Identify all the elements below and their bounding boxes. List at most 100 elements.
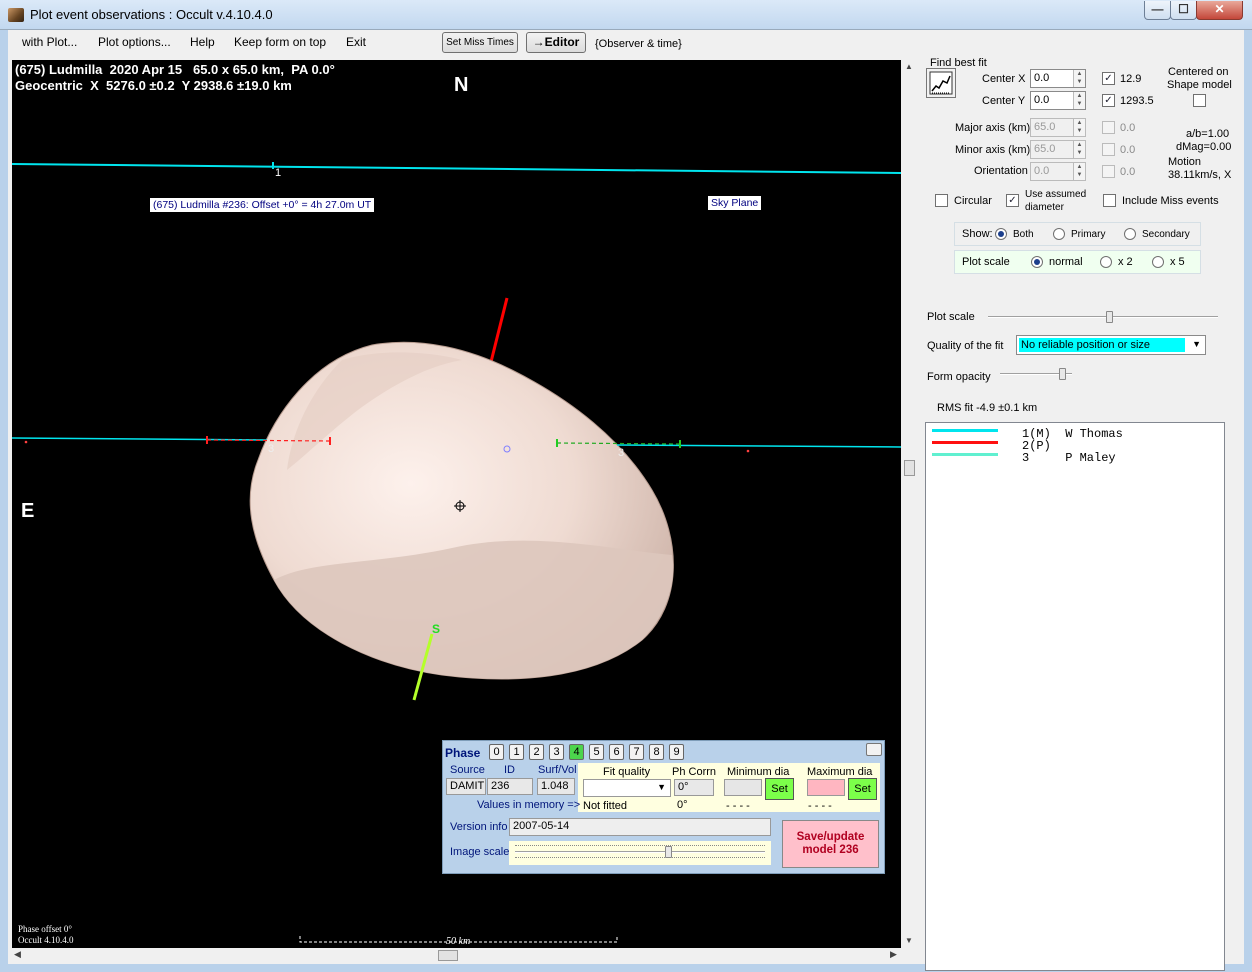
set-min-dia-button[interactable]: Set xyxy=(765,778,794,800)
show-secondary-label: Secondary xyxy=(1142,229,1190,240)
include-miss-checkbox[interactable] xyxy=(1103,194,1116,207)
legend-line-3 xyxy=(932,453,998,456)
menu-exit[interactable]: Exit xyxy=(346,35,366,49)
plot-vertical-scrollbar[interactable]: ▲ ▼ xyxy=(903,60,917,948)
maximize-button[interactable]: ☐ xyxy=(1170,1,1197,20)
minor-axis-input[interactable]: 65.0 ▲ ▼ xyxy=(1030,140,1086,159)
dmag-text: dMag=0.00 xyxy=(1176,141,1232,153)
max-dia-field[interactable] xyxy=(807,779,845,796)
ab-ratio-text: a/b=1.00 xyxy=(1186,128,1230,140)
phase-panel: Phase 0 1 2 3 4 5 6 7 8 9 Source ID Surf… xyxy=(442,740,885,874)
include-miss-label: Include Miss events xyxy=(1122,195,1219,207)
scroll-down-icon[interactable]: ▼ xyxy=(905,936,913,945)
minimize-button[interactable]: — xyxy=(1144,1,1171,20)
min-dia-field[interactable] xyxy=(724,779,762,796)
memory-max-dia: - - - - xyxy=(808,800,832,812)
center-x-checkbox[interactable]: ✓ xyxy=(1102,72,1115,85)
set-max-dia-button[interactable]: Set xyxy=(848,778,877,800)
motion-value: 38.11km/s, X xyxy=(1168,169,1232,181)
center-x-input[interactable]: 0.0 ▲ ▼ xyxy=(1030,69,1086,88)
major-axis-input[interactable]: 65.0 ▲ ▼ xyxy=(1030,118,1086,137)
form-opacity-slider[interactable] xyxy=(1000,367,1072,381)
centered-on-shape-checkbox[interactable] xyxy=(1193,94,1206,107)
major-axis-checkbox[interactable] xyxy=(1102,121,1115,134)
scroll-right-icon[interactable]: ▶ xyxy=(890,949,897,960)
phase-offset-text: Phase offset 0° xyxy=(18,924,72,934)
phase-button-3[interactable]: 3 xyxy=(549,744,564,760)
max-dia-label: Maximum dia xyxy=(807,766,873,778)
phase-button-1[interactable]: 1 xyxy=(509,744,524,760)
scale-x2-label: x 2 xyxy=(1118,256,1133,268)
phase-button-4[interactable]: 4 xyxy=(569,744,584,760)
editor-button[interactable]: →Editor xyxy=(526,32,586,53)
values-in-memory-label: Values in memory => xyxy=(477,799,581,811)
model-offset-label: (675) Ludmilla #236: Offset +0° = 4h 27.… xyxy=(150,198,375,212)
set-miss-times-button[interactable]: Set Miss Times xyxy=(442,32,518,53)
phase-button-0[interactable]: 0 xyxy=(489,744,504,760)
plot-horizontal-scrollbar[interactable]: ◀ ▶ xyxy=(12,949,901,963)
show-primary-label: Primary xyxy=(1071,229,1106,240)
horizontal-scroll-thumb[interactable] xyxy=(438,950,458,961)
quality-of-fit-dropdown[interactable]: No reliable position or size ▼ xyxy=(1016,335,1206,355)
plot-scale-thumb[interactable] xyxy=(1106,311,1113,323)
orientation-label: Orientation xyxy=(974,165,1028,177)
ph-corrn-label: Ph Corrn xyxy=(672,766,717,778)
image-scale-thumb[interactable] xyxy=(665,846,672,858)
scale-label: 50 km xyxy=(446,936,471,947)
orientation-checkbox[interactable] xyxy=(1102,165,1115,178)
save-update-model-button[interactable]: Save/update model 236 xyxy=(782,820,879,868)
use-assumed-diameter-checkbox[interactable]: ✓ xyxy=(1006,194,1019,207)
phase-button-7[interactable]: 7 xyxy=(629,744,644,760)
use-assumed-label-2: diameter xyxy=(1025,202,1064,213)
source-label: Source xyxy=(450,764,485,776)
spin-icon: ▲ ▼ xyxy=(1073,70,1085,87)
source-field[interactable]: DAMIT xyxy=(446,778,486,795)
orientation-check-value: 0.0 xyxy=(1120,166,1136,178)
rms-fit-text: RMS fit -4.9 ±0.1 km xyxy=(937,402,1038,414)
min-dia-label: Minimum dia xyxy=(727,766,790,778)
phase-panel-close-button[interactable] xyxy=(866,743,882,756)
form-opacity-thumb[interactable] xyxy=(1059,368,1066,380)
menu-help[interactable]: Help xyxy=(190,35,215,49)
center-y-input[interactable]: 0.0 ▲ ▼ xyxy=(1030,91,1086,110)
phase-button-9[interactable]: 9 xyxy=(669,744,684,760)
chord-1-line xyxy=(12,163,901,174)
observers-legend-list[interactable]: 1(M) W Thomas 2(P) 3 P Maley xyxy=(925,422,1225,971)
show-primary-radio[interactable] xyxy=(1053,228,1065,240)
scale-normal-radio[interactable] xyxy=(1031,256,1043,268)
orientation-input[interactable]: 0.0 ▲ ▼ xyxy=(1030,162,1086,181)
plot-header-line1: (675) Ludmilla 2020 Apr 15 65.0 x 65.0 k… xyxy=(15,62,335,77)
center-y-checkbox[interactable]: ✓ xyxy=(1102,94,1115,107)
image-scale-label: Image scale xyxy=(450,846,510,858)
scale-x2-radio[interactable] xyxy=(1100,256,1112,268)
scroll-up-icon[interactable]: ▲ xyxy=(905,62,913,71)
sky-plane-label: Sky Plane xyxy=(708,196,762,210)
menu-with-plot[interactable]: with Plot... xyxy=(22,35,77,49)
fit-quality-dropdown[interactable]: ▼ xyxy=(583,779,671,797)
show-secondary-radio[interactable] xyxy=(1124,228,1136,240)
id-field[interactable]: 236 xyxy=(487,778,533,795)
show-label: Show: xyxy=(962,228,993,240)
minor-axis-checkbox[interactable] xyxy=(1102,143,1115,156)
scroll-left-icon[interactable]: ◀ xyxy=(14,949,21,960)
circular-checkbox[interactable] xyxy=(935,194,948,207)
scale-x5-radio[interactable] xyxy=(1152,256,1164,268)
phase-button-6[interactable]: 6 xyxy=(609,744,624,760)
menu-keep-on-top[interactable]: Keep form on top xyxy=(234,35,326,49)
vertical-scroll-thumb[interactable] xyxy=(904,460,915,476)
phase-button-5[interactable]: 5 xyxy=(589,744,604,760)
ph-corrn-field[interactable]: 0° xyxy=(674,779,714,796)
window-title: Plot event observations : Occult v.4.10.… xyxy=(30,7,273,22)
find-best-fit-button[interactable] xyxy=(926,68,956,98)
version-info-field[interactable]: 2007-05-14 xyxy=(509,818,771,836)
close-button[interactable]: ✕ xyxy=(1196,1,1243,20)
phase-button-8[interactable]: 8 xyxy=(649,744,664,760)
version-info-label: Version info xyxy=(450,821,508,833)
quality-of-fit-label: Quality of the fit xyxy=(927,340,1004,352)
plot-scale-slider[interactable] xyxy=(988,310,1218,324)
menu-plot-options[interactable]: Plot options... xyxy=(98,35,171,49)
image-scale-slider[interactable] xyxy=(509,841,771,865)
show-both-radio[interactable] xyxy=(995,228,1007,240)
legend-line-1 xyxy=(932,429,998,432)
phase-button-2[interactable]: 2 xyxy=(529,744,544,760)
